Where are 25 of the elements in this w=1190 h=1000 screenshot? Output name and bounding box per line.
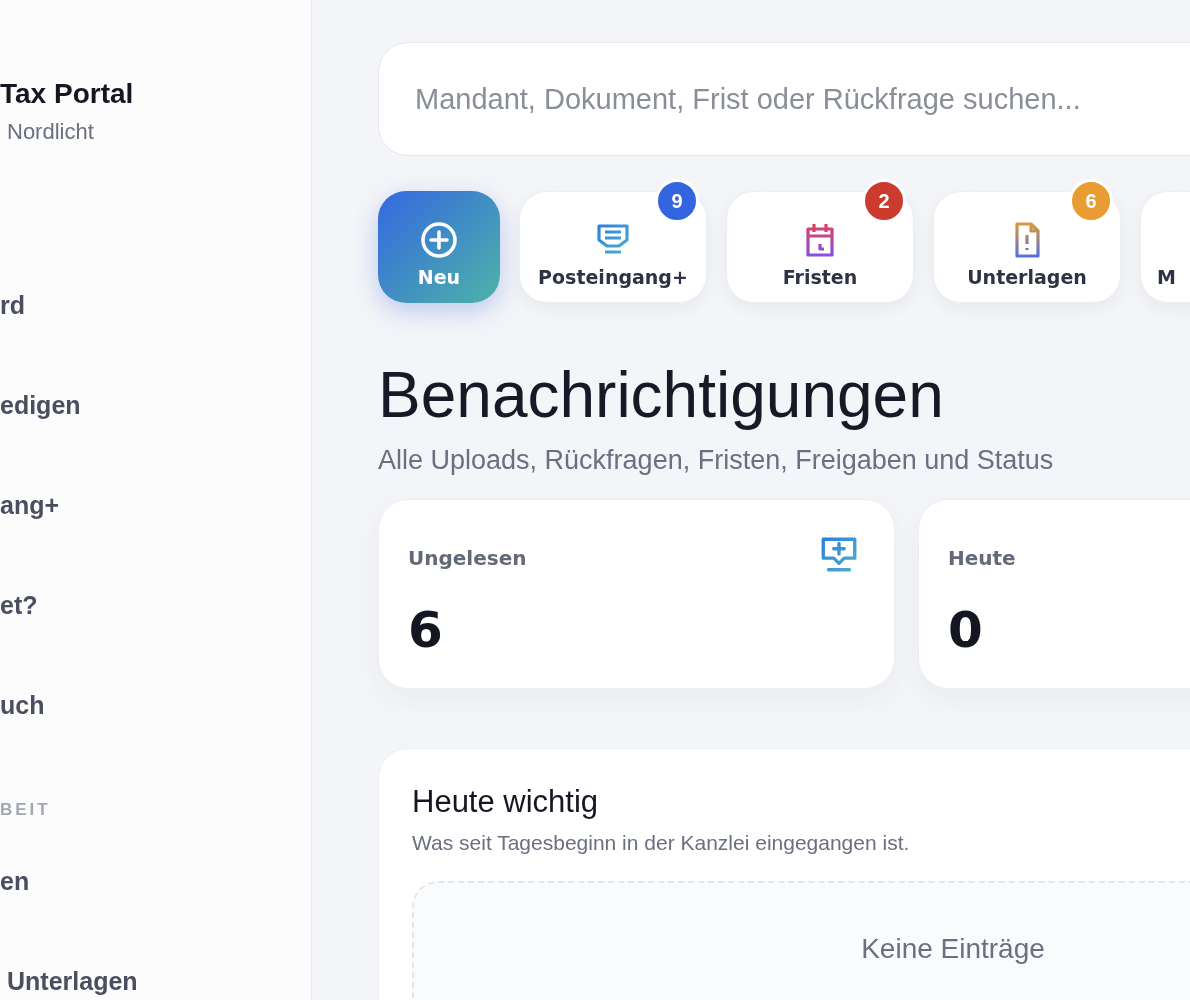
- plus-circle-icon: [419, 220, 459, 260]
- stat-label: Heute: [948, 546, 1016, 570]
- quick-action-button[interactable]: M: [1140, 191, 1190, 303]
- search-field[interactable]: Mandant, Dokument, Frist oder Rückfrage suchen...: [378, 42, 1190, 156]
- brand-subtitle: Nordlicht: [7, 118, 94, 146]
- stat-value: 0: [948, 602, 984, 658]
- nav-item[interactable]: ang+: [0, 490, 60, 520]
- nav-item[interactable]: et?: [0, 590, 38, 620]
- page-subtitle: Alle Uploads, Rückfragen, Fristen, Freigaben und Status: [378, 444, 1055, 477]
- panel-title: Heute wichtig: [412, 783, 600, 821]
- panel-subtitle: Was seit Tagesbeginn in der Kanzlei eingegangen ist.: [412, 830, 911, 856]
- section-label: BEIT: [0, 800, 51, 820]
- nav-item[interactable]: en: [0, 866, 30, 896]
- nav-item[interactable]: rd: [0, 290, 25, 320]
- count-badge: 9: [655, 179, 699, 223]
- count-badge: 2: [862, 179, 906, 223]
- nav-item[interactable]: uch: [0, 690, 45, 720]
- nav-item[interactable]: Unterlagen: [7, 966, 138, 996]
- brand-title: Tax Portal: [0, 77, 134, 111]
- stat-label: Ungelesen: [408, 546, 527, 570]
- empty-state-text: Keine Einträge: [861, 933, 1045, 966]
- count-badge: 6: [1069, 179, 1113, 223]
- stat-value: 6: [408, 602, 444, 658]
- nav-item[interactable]: edigen: [0, 390, 81, 420]
- page-title: Benachrichtigungen: [378, 358, 945, 433]
